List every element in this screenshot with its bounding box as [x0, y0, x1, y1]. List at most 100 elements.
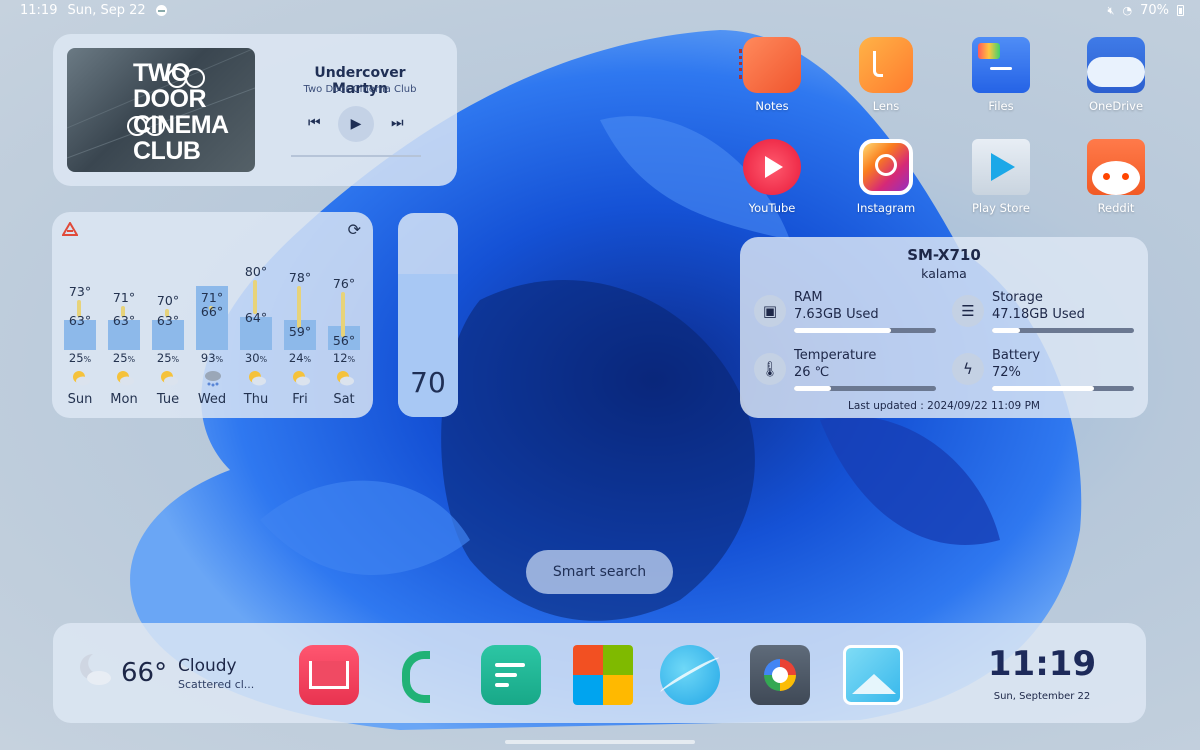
low-temp: 63° — [68, 312, 92, 328]
partly-cloudy-icon — [249, 371, 266, 386]
forecast-day: 78° 59° 24% Fri — [278, 212, 322, 418]
partly-cloudy-icon — [161, 371, 178, 386]
day-name: Tue — [156, 392, 180, 407]
percent-sign: % — [215, 355, 224, 364]
precip-percent: 25% — [146, 351, 190, 365]
app-label: Reddit — [1097, 201, 1135, 215]
partly-cloudy-icon — [73, 371, 90, 386]
music-widget[interactable]: TWO DOOR CINEMA CLUB Undercover Martyn T… — [53, 34, 457, 186]
precip-percent: 12% — [322, 351, 366, 365]
precip-value: 24 — [288, 351, 304, 365]
do-not-disturb-icon — [155, 5, 167, 16]
high-temp: 76° — [332, 275, 356, 291]
cloudy-moon-icon[interactable] — [75, 650, 113, 688]
precip-value: 25 — [156, 351, 172, 365]
forecast-day: 73° 63° 25% Sun — [58, 212, 102, 418]
forecast-day: 70° 63° 25% Tue — [146, 212, 190, 418]
battery-charging-icon: ϟ — [952, 353, 984, 385]
battery-bar-fill — [992, 386, 1095, 391]
app-lens[interactable]: Lens — [841, 37, 931, 113]
notes-icon — [739, 37, 801, 93]
album-art[interactable]: TWO DOOR CINEMA CLUB — [67, 48, 255, 172]
high-temp: 71° — [200, 290, 224, 305]
last-updated: Last updated : 2024/09/22 11:09 PM — [848, 400, 1040, 412]
precip-percent: 25% — [102, 351, 146, 365]
app-notes[interactable]: Notes — [727, 37, 817, 113]
temperature-value: 26 ℃ — [794, 365, 830, 380]
app-label: Play Store — [971, 201, 1031, 215]
precip-percent: 25% — [58, 351, 102, 365]
song-artist: Two Door Cinema Club — [303, 84, 417, 95]
low-temp: 64° — [244, 310, 268, 325]
percent-sign: % — [171, 355, 180, 364]
app-files[interactable]: Files — [956, 37, 1046, 113]
gmail-icon[interactable] — [299, 645, 359, 705]
onedrive-icon — [1087, 37, 1145, 93]
youtube-icon — [743, 139, 801, 195]
partly-cloudy-icon — [117, 371, 134, 386]
precip-value: 93 — [200, 351, 216, 365]
temp-range-bar — [297, 286, 301, 329]
smart-search-button[interactable]: Smart search — [526, 550, 673, 594]
phone-icon[interactable] — [386, 645, 446, 705]
day-name: Sun — [67, 392, 93, 407]
temp-range-bar — [341, 291, 345, 337]
app-youtube[interactable]: YouTube — [727, 139, 817, 215]
high-temp: 80° — [244, 264, 268, 280]
forecast-day: 80° 64° 30% Thu — [234, 212, 278, 418]
temperature-bar-fill — [794, 386, 831, 391]
microsoft-icon[interactable] — [573, 645, 633, 705]
day-name: Mon — [110, 392, 138, 407]
day-name: Sat — [333, 392, 355, 407]
dock-condition: Cloudy — [178, 656, 237, 676]
dock-clock[interactable]: 11:19 — [982, 644, 1102, 684]
playback-progress[interactable] — [291, 155, 421, 157]
app-play-store[interactable]: Play Store — [956, 139, 1046, 215]
dock-temperature: 66° — [121, 658, 168, 688]
dock-description: Scattered cl... — [178, 678, 255, 691]
previous-track-icon[interactable]: ⏮︎ — [308, 115, 321, 131]
day-name: Thu — [243, 392, 269, 407]
app-label: Files — [988, 99, 1014, 113]
status-bar: 11:19 Sun, Sep 22 🔇︎ ◔ 70% — [0, 0, 1200, 22]
ram-label: RAM — [794, 290, 823, 305]
docs-icon[interactable] — [481, 645, 541, 705]
weather-forecast-widget[interactable]: ⟳ 73° 63° 25% Sun 71° 63° 25% Mon 70° 63° 25% Tue 71… — [52, 212, 373, 418]
app-onedrive[interactable]: OneDrive — [1071, 37, 1161, 113]
ram-bar-fill — [794, 328, 891, 333]
app-instagram[interactable]: Instagram — [841, 139, 931, 215]
storage-value: 47.18GB Used — [992, 307, 1085, 322]
browser-icon[interactable] — [658, 645, 722, 705]
app-label: Instagram — [856, 201, 916, 215]
camera-icon[interactable] — [750, 645, 810, 705]
forecast-day: 71° 66° 93% Wed — [190, 212, 234, 418]
home-indicator[interactable] — [505, 740, 695, 744]
app-label: Lens — [872, 99, 900, 113]
percent-sign: % — [83, 355, 92, 364]
gallery-icon[interactable] — [843, 645, 903, 705]
temperature-label: Temperature — [794, 348, 877, 363]
status-date: Sun, Sep 22 — [67, 3, 146, 18]
low-temp: 66° — [200, 304, 224, 320]
lens-icon — [859, 37, 913, 93]
app-label: OneDrive — [1088, 99, 1144, 113]
precip-percent: 24% — [278, 351, 322, 365]
thermometer-icon: 🌡︎ — [754, 353, 786, 385]
battery-level-widget[interactable]: 70 — [398, 213, 458, 417]
day-name: Wed — [197, 392, 227, 407]
play-button[interactable]: ▶ — [338, 106, 374, 142]
battery-bar — [992, 386, 1134, 391]
next-track-icon[interactable]: ⏭︎ — [391, 115, 404, 131]
percent-sign: % — [259, 355, 268, 364]
forecast-day: 76° 56° 12% Sat — [322, 212, 366, 418]
app-label: YouTube — [748, 201, 796, 215]
percent-sign: % — [347, 355, 356, 364]
storage-icon: ☰ — [952, 295, 984, 327]
app-reddit[interactable]: Reddit — [1071, 139, 1161, 215]
storage-label: Storage — [992, 290, 1043, 305]
dock-date: Sun, September 22 — [993, 691, 1091, 702]
storage-bar-fill — [992, 328, 1021, 333]
device-info-widget[interactable]: SM-X710 kalama ▣ RAM 7.63GB Used ☰ Stora… — [740, 237, 1148, 418]
high-temp: 71° — [112, 290, 136, 305]
day-name: Fri — [292, 392, 308, 407]
